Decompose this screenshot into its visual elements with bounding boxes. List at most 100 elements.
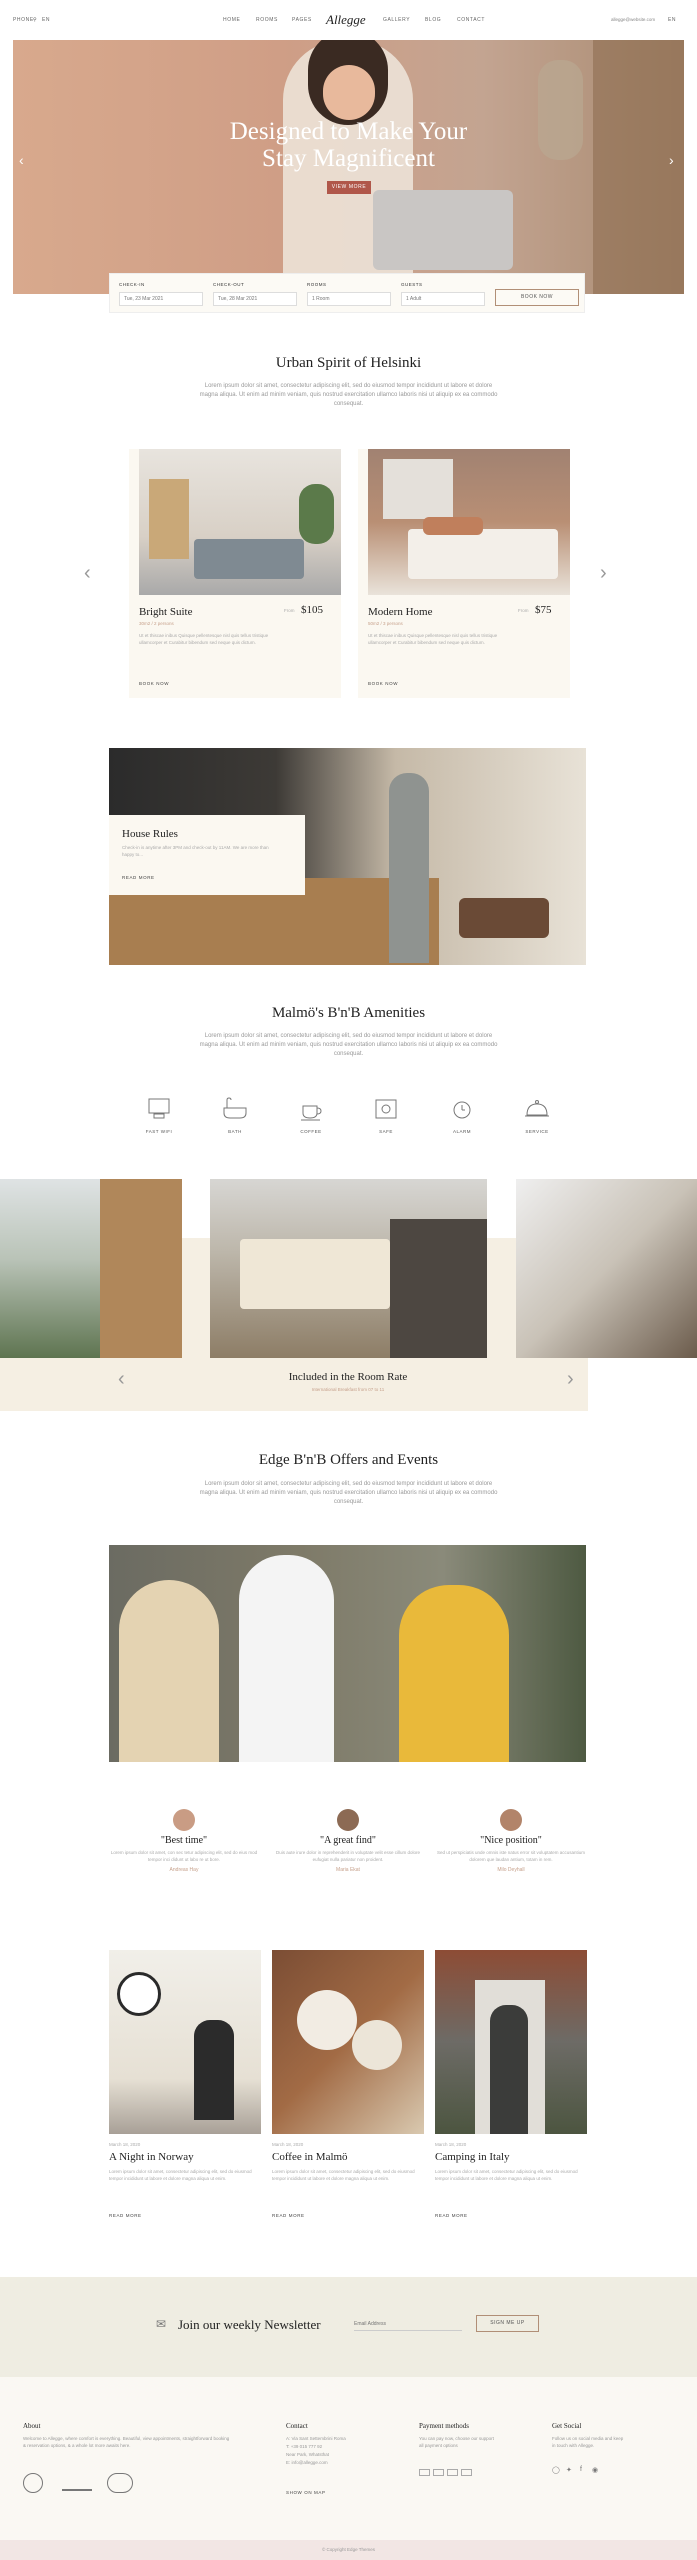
computer-icon (148, 1098, 170, 1119)
footer-payment-title: Payment methods (419, 2422, 469, 2430)
blog-title[interactable]: A Night in Norway (109, 2151, 194, 2163)
checkin-input[interactable]: Tue, 23 Mar 2021 (119, 292, 203, 306)
nav-home[interactable]: Home (223, 17, 240, 23)
gallery-image-left[interactable] (0, 1179, 182, 1358)
room-image[interactable] (139, 449, 341, 595)
room-plant-shape (299, 484, 334, 544)
testimonial-title: "Nice position" (480, 1835, 542, 1846)
amenities-text: Lorem ipsum dolor sit amet, consectetur … (199, 1033, 498, 1057)
footer-payment-text: You can pay now, choose our support all … (419, 2436, 494, 2448)
person-shape (389, 773, 429, 963)
footer-contact-title: Contact (286, 2422, 308, 2430)
gallery-image-center[interactable] (210, 1179, 487, 1358)
room-pillows-shape (423, 517, 483, 535)
testimonial: "A great find" Duis aute irure dolor in … (273, 1809, 423, 1873)
room-name[interactable]: Bright Suite (139, 606, 192, 618)
blog-date: March 18, 2020 (272, 2142, 304, 2147)
blog-image[interactable] (109, 1950, 261, 2134)
room-book-now-link[interactable]: Book now (368, 681, 398, 686)
blog-title[interactable]: Camping in Italy (435, 2151, 510, 2163)
amenity-item: Coffee (294, 1094, 328, 1134)
blog-image[interactable] (272, 1950, 424, 2134)
hero-next-arrow-icon[interactable]: › (669, 152, 674, 168)
header-email[interactable]: allegge@website.com (611, 17, 655, 22)
room-price: $75 (535, 604, 552, 616)
guests-label: Guests (401, 282, 423, 287)
amenity-item: Safe (369, 1094, 403, 1134)
blog-read-more-link[interactable]: Read more (272, 2213, 305, 2218)
amenity-label: Service (525, 1129, 549, 1134)
nav-gallery[interactable]: Gallery (383, 17, 410, 23)
house-rules-card: House Rules Check-in is anytime after 3P… (109, 815, 305, 895)
newsletter-signup-button[interactable]: Sign me up (476, 2315, 539, 2332)
nav-blog[interactable]: Blog (425, 17, 441, 23)
footer-contact-line[interactable]: T: +39 015 777 92 (286, 2443, 322, 2450)
room-image[interactable] (368, 449, 570, 595)
blog-excerpt: Lorem ipsum dolor sit amet, consectetur … (272, 2169, 415, 2181)
book-now-button[interactable]: Book now (495, 289, 579, 306)
room-name[interactable]: Modern Home (368, 606, 432, 618)
rooms-next-arrow-icon[interactable]: › (600, 562, 607, 585)
search-icon[interactable]: ⚲ (33, 17, 37, 23)
blog-read-more-link[interactable]: Read more (435, 2213, 468, 2218)
lang-right[interactable]: EN (668, 17, 676, 23)
hero-view-more-button[interactable]: View More (327, 181, 371, 194)
avatar (500, 1809, 522, 1831)
booking-bar: Check-in Tue, 23 Mar 2021 Check-out Tue,… (109, 273, 585, 313)
avatar (173, 1809, 195, 1831)
offers-image[interactable] (109, 1545, 586, 1762)
gallery-next-arrow-icon[interactable]: › (567, 1368, 574, 1391)
amenity-item: Service (520, 1094, 554, 1134)
wall-clock-shape (117, 1972, 161, 2016)
room-book-now-link[interactable]: Book now (139, 681, 169, 686)
instagram-icon[interactable]: ◯ (552, 2466, 560, 2474)
nav-rooms[interactable]: Rooms (256, 17, 278, 23)
blog-image[interactable] (435, 1950, 587, 2134)
blog-read-more-link[interactable]: Read more (109, 2213, 142, 2218)
man-shape (239, 1555, 334, 1762)
amenity-label: Alarm (452, 1129, 471, 1134)
room-card: Bright Suite From $105 30m2 / 2 persons … (129, 449, 341, 698)
amenities-title: Malmö's B'n'B Amenities (271, 1005, 426, 1021)
amenity-item: Fast Wifi (142, 1094, 176, 1134)
credit-card-icon (433, 2469, 444, 2476)
house-rules-read-more-link[interactable]: Read more (122, 875, 155, 880)
gallery-image-right[interactable] (516, 1179, 697, 1358)
site-logo[interactable]: Allegge (326, 12, 366, 28)
credit-card-icon (419, 2469, 430, 2476)
twitter-icon[interactable]: ✦ (566, 2466, 572, 2474)
nav-contact[interactable]: Contact (457, 17, 485, 23)
gallery-prev-arrow-icon[interactable]: ‹ (118, 1368, 125, 1391)
tripadvisor-icon[interactable]: ◉ (592, 2466, 598, 2474)
footer-contact-line[interactable]: E: info@allegge.com (286, 2459, 328, 2466)
blog-date: March 18, 2020 (109, 2142, 141, 2147)
room-bed-shape (408, 529, 558, 579)
hero-prev-arrow-icon[interactable]: ‹ (19, 152, 24, 168)
site-footer: About Welcome to Allegge, where comfort … (0, 2377, 697, 2540)
gallery-caption-box: Included in the Room Rate International … (109, 1358, 587, 1411)
footer-show-map-link[interactable]: Show on map (286, 2490, 326, 2495)
checkout-input[interactable]: Tue, 28 Mar 2021 (213, 292, 297, 306)
rooms-prev-arrow-icon[interactable]: ‹ (84, 562, 91, 585)
award-badge-icon (107, 2473, 133, 2493)
amenity-item: Alarm (445, 1094, 479, 1134)
coffee-cup-icon (301, 1105, 322, 1121)
blog-title[interactable]: Coffee in Malmö (272, 2151, 348, 2163)
facebook-icon[interactable]: f (580, 2466, 582, 2473)
person-shape (490, 2005, 528, 2134)
newsletter-title: Join our weekly Newsletter (178, 2317, 321, 2332)
phone-label[interactable]: Phone (13, 17, 34, 23)
rooms-select[interactable]: 1 Room (307, 292, 391, 306)
envelope-icon: ✉ (156, 2317, 167, 2331)
lang-left[interactable]: EN (42, 17, 50, 23)
hero-title-line1: Designed to Make Your (229, 118, 468, 145)
room-bed-shape (194, 539, 304, 579)
bathtub-icon (223, 1097, 247, 1119)
safe-icon (375, 1099, 397, 1119)
hero-laptop-shape (373, 190, 513, 270)
guests-select[interactable]: 1 Adult (401, 292, 485, 306)
nav-pages[interactable]: Pages (292, 17, 312, 23)
newsletter-email-input[interactable] (354, 2317, 462, 2331)
fence-shape (100, 1179, 182, 1358)
testimonial-author: Maria Ekat (336, 1867, 360, 1873)
